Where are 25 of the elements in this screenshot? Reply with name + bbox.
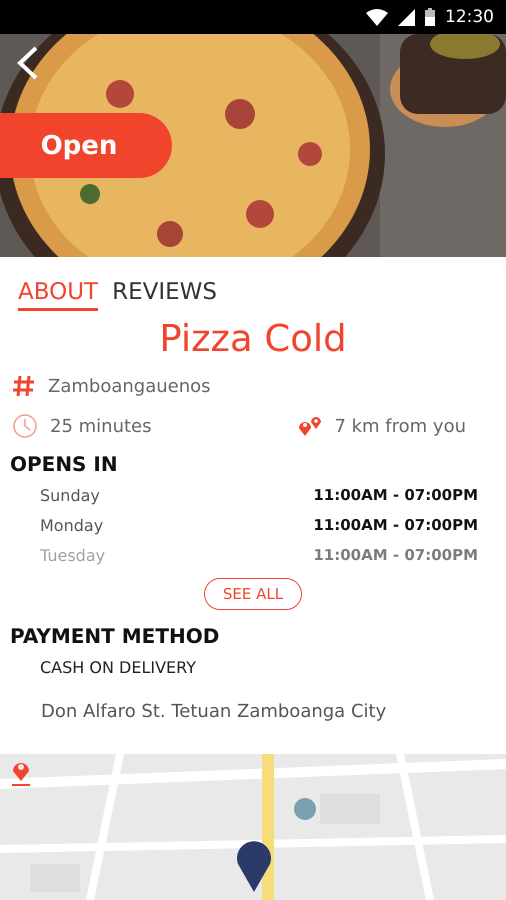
status-badge: Open <box>0 113 172 178</box>
opening-hours: 11:00AM - 07:00PM <box>313 516 478 534</box>
day-label: Monday <box>40 516 104 534</box>
hashtag-icon <box>12 374 36 398</box>
signal-icon <box>398 8 415 26</box>
status-time: 12:30 <box>445 7 494 27</box>
day-label: Sunday <box>40 486 100 504</box>
location-pins-icon <box>298 416 322 436</box>
section-heading: OPENS IN <box>10 452 119 476</box>
delivery-time: 25 minutes <box>50 416 152 436</box>
clock-icon <box>12 413 38 439</box>
tab[interactable]: ABOUT <box>18 279 98 311</box>
opening-hours: 11:00AM - 07:00PM <box>313 546 478 564</box>
category-text: Zamboangauenos <box>48 376 211 396</box>
opening-hours: 11:00AM - 07:00PM <box>313 486 478 504</box>
address-text: Don Alfaro St. Tetuan Zamboanga City <box>41 701 388 722</box>
wifi-icon <box>366 8 388 26</box>
tab[interactable]: REVIEWS <box>112 279 218 311</box>
distance-text: 7 km from you <box>334 416 466 436</box>
payment-method: CASH ON DELIVERY <box>40 658 198 677</box>
battery-icon <box>425 8 435 26</box>
see-all-button[interactable]: SEE ALL <box>204 578 302 610</box>
section-heading: PAYMENT METHOD <box>10 624 220 648</box>
restaurant-name: Pizza Cold <box>158 317 348 360</box>
day-label: Tuesday <box>40 546 106 564</box>
